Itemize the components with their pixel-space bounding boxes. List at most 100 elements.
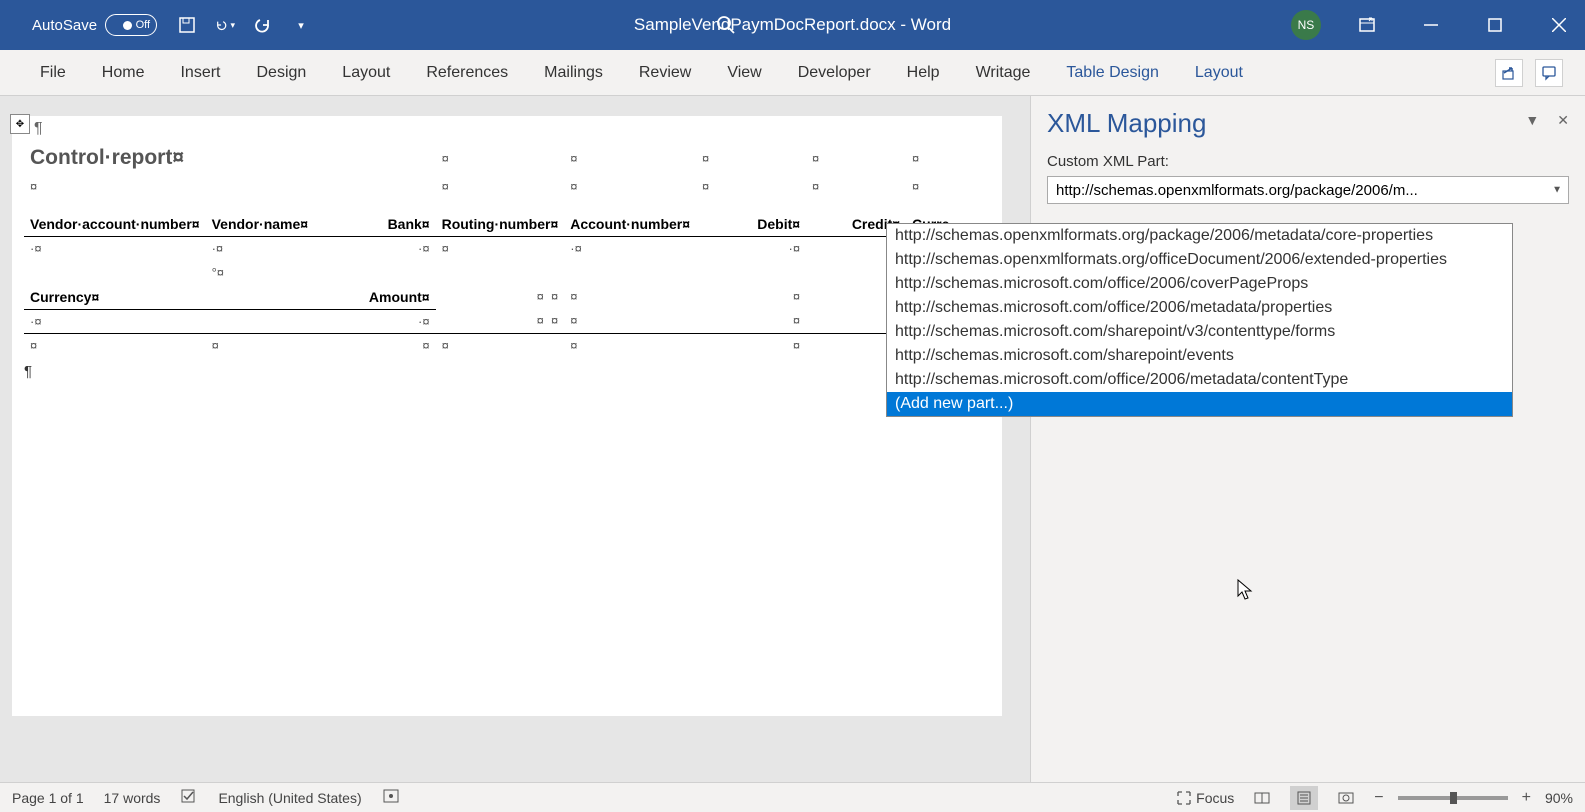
table-cell[interactable]: ¤ ¤ (436, 285, 565, 310)
table-cell[interactable]: ¤ (906, 142, 990, 174)
tab-references[interactable]: References (408, 50, 526, 95)
table-cell[interactable]: ¤ (206, 333, 346, 357)
xml-part-select-value: http://schemas.openxmlformats.org/packag… (1056, 182, 1560, 199)
table-cell[interactable]: °¤ (206, 261, 346, 285)
status-language[interactable]: English (United States) (218, 790, 361, 806)
table-cell[interactable]: ¤ (564, 333, 696, 357)
focus-button[interactable]: Focus (1176, 790, 1234, 806)
table-cell[interactable]: ¤ (564, 285, 696, 310)
undo-icon[interactable]: ▾ (215, 15, 235, 35)
table-cell[interactable]: ¤ (564, 174, 696, 198)
macro-record-icon[interactable] (382, 788, 400, 807)
zoom-in-icon[interactable]: + (1522, 789, 1531, 807)
xml-part-dropdown[interactable]: http://schemas.openxmlformats.org/packag… (886, 223, 1513, 417)
web-layout-icon[interactable] (1332, 786, 1360, 810)
table-cell[interactable]: ¤ (436, 142, 565, 174)
table-cell[interactable]: ¤ (436, 333, 565, 357)
table-cell[interactable]: ¤ (806, 142, 906, 174)
share-icon[interactable] (1495, 59, 1523, 87)
doc-heading: Control·report¤ (30, 146, 184, 169)
dropdown-item[interactable]: http://schemas.openxmlformats.org/office… (887, 248, 1512, 272)
read-mode-icon[interactable] (1248, 786, 1276, 810)
table-cell[interactable]: ·¤ (24, 309, 206, 333)
chevron-down-icon[interactable]: ▼ (1552, 185, 1562, 196)
ribbon-display-options-icon[interactable] (1349, 7, 1385, 43)
maximize-icon[interactable] (1477, 7, 1513, 43)
table-cell[interactable]: ¤ (906, 174, 990, 198)
zoom-out-icon[interactable]: − (1374, 789, 1383, 807)
document-page: ✥ ¶ Control·report¤ ¤ ¤ ¤ ¤ ¤ ¤ ¤ ¤ ¤ ¤ (12, 116, 1002, 716)
table-cell[interactable]: ¤ (696, 174, 806, 198)
table-cell[interactable]: ·¤ (346, 237, 436, 261)
tab-review[interactable]: Review (621, 50, 709, 95)
col-vendor-name: Vendor·name¤ (206, 212, 346, 237)
tab-table-layout[interactable]: Layout (1177, 50, 1261, 95)
xml-part-select[interactable]: http://schemas.openxmlformats.org/packag… (1047, 176, 1569, 204)
close-icon[interactable] (1541, 7, 1577, 43)
spellcheck-icon[interactable] (180, 788, 198, 807)
tab-writage[interactable]: Writage (958, 50, 1049, 95)
zoom-level[interactable]: 90% (1545, 790, 1573, 806)
table-cell[interactable]: ·¤ (564, 237, 696, 261)
table-cell[interactable]: ¤ (346, 333, 436, 357)
table-cell[interactable]: ¤ (806, 174, 906, 198)
tab-home[interactable]: Home (84, 50, 163, 95)
pane-label: Custom XML Part: (1047, 153, 1569, 170)
table-cell[interactable]: ·¤ (206, 237, 346, 261)
dropdown-item[interactable]: http://schemas.microsoft.com/sharepoint/… (887, 344, 1512, 368)
col-routing: Routing·number¤ (436, 212, 565, 237)
dropdown-item[interactable]: http://schemas.openxmlformats.org/packag… (887, 224, 1512, 248)
zoom-slider-thumb[interactable] (1450, 792, 1457, 804)
comments-icon[interactable] (1535, 59, 1563, 87)
customize-qat-icon[interactable]: ▾ (291, 15, 311, 35)
title-bar-right: NS (1291, 7, 1577, 43)
tab-help[interactable]: Help (889, 50, 958, 95)
save-icon[interactable] (177, 15, 197, 35)
tab-insert[interactable]: Insert (162, 50, 238, 95)
col-debit: Debit¤ (696, 212, 806, 237)
table-cell[interactable]: ¤ (436, 237, 565, 261)
table-cell[interactable]: ¤ (24, 174, 436, 198)
dropdown-item[interactable]: http://schemas.microsoft.com/office/2006… (887, 296, 1512, 320)
table-cell[interactable]: ·¤ (346, 309, 436, 333)
autosave-toggle-group[interactable]: AutoSave Off (32, 14, 157, 36)
tab-mailings[interactable]: Mailings (526, 50, 621, 95)
col-currency: Currency¤ (24, 285, 206, 310)
autosave-toggle[interactable]: Off (105, 14, 157, 36)
tab-layout[interactable]: Layout (324, 50, 408, 95)
user-avatar[interactable]: NS (1291, 10, 1321, 40)
print-layout-icon[interactable] (1290, 786, 1318, 810)
tab-table-design[interactable]: Table Design (1048, 50, 1177, 95)
status-words[interactable]: 17 words (104, 790, 161, 806)
table-cell[interactable]: ¤ (564, 309, 696, 333)
pane-options-icon[interactable]: ▼ (1525, 112, 1539, 129)
document-table[interactable]: Control·report¤ ¤ ¤ ¤ ¤ ¤ ¤ ¤ ¤ ¤ ¤ ¤ (24, 142, 990, 357)
tab-file[interactable]: File (22, 50, 84, 95)
dropdown-item[interactable]: http://schemas.microsoft.com/office/2006… (887, 368, 1512, 392)
table-cell[interactable]: ¤ (564, 142, 696, 174)
table-cell[interactable]: ¤ (696, 309, 806, 333)
table-cell[interactable]: ¤ (696, 285, 806, 310)
table-move-handle-icon[interactable]: ✥ (10, 114, 30, 134)
dropdown-item[interactable]: http://schemas.microsoft.com/sharepoint/… (887, 320, 1512, 344)
table-cell[interactable]: ·¤ (24, 237, 206, 261)
dropdown-item[interactable]: http://schemas.microsoft.com/office/2006… (887, 272, 1512, 296)
minimize-icon[interactable] (1413, 7, 1449, 43)
tab-design[interactable]: Design (238, 50, 324, 95)
paragraph-mark: ¶ (24, 363, 990, 380)
status-bar: Page 1 of 1 17 words English (United Sta… (0, 782, 1585, 812)
table-cell[interactable]: ¤ (696, 142, 806, 174)
pane-close-icon[interactable]: ✕ (1557, 112, 1569, 129)
status-page[interactable]: Page 1 of 1 (12, 790, 84, 806)
table-cell[interactable]: ¤ ¤ (436, 309, 565, 333)
table-cell[interactable]: ¤ (436, 174, 565, 198)
table-cell[interactable]: ¤ (696, 333, 806, 357)
redo-icon[interactable] (253, 15, 273, 35)
document-canvas[interactable]: ✥ ¶ Control·report¤ ¤ ¤ ¤ ¤ ¤ ¤ ¤ ¤ ¤ ¤ (0, 96, 1030, 782)
dropdown-item-add-new[interactable]: (Add new part...) (887, 392, 1512, 416)
zoom-slider[interactable] (1398, 796, 1508, 800)
table-cell[interactable]: ¤ (24, 333, 206, 357)
tab-developer[interactable]: Developer (780, 50, 889, 95)
table-cell[interactable]: ·¤ (696, 237, 806, 261)
tab-view[interactable]: View (709, 50, 779, 95)
